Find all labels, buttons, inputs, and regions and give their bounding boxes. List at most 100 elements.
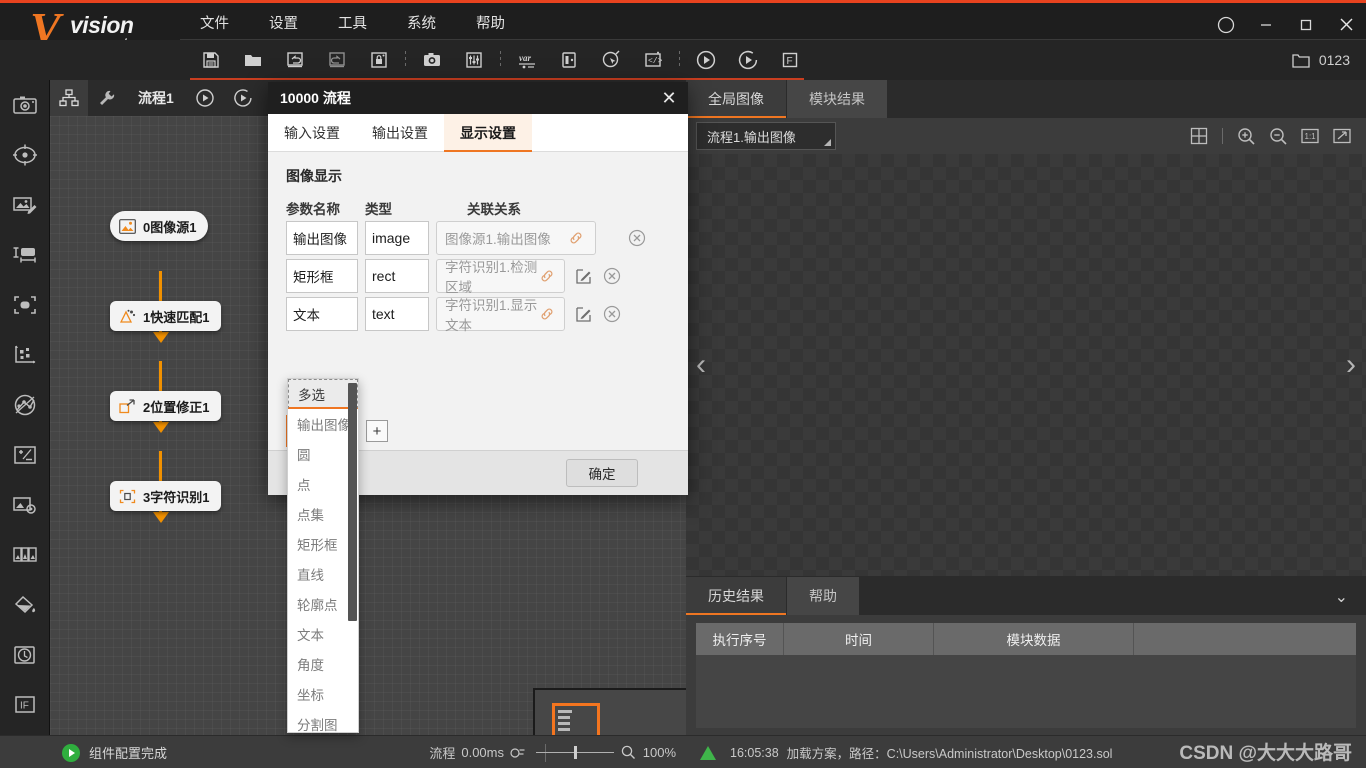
edit-param-button[interactable] [572, 265, 594, 287]
dropdown-option[interactable]: 坐标 [288, 679, 358, 709]
param-name-field[interactable]: 输出图像 [286, 221, 358, 255]
confirm-button[interactable]: 确定 [566, 459, 638, 487]
tab-module-result[interactable]: 模块结果 [787, 80, 888, 118]
link-icon[interactable] [539, 303, 556, 325]
param-name-field[interactable]: 矩形框 [286, 259, 358, 293]
param-type-field[interactable]: rect [365, 259, 429, 293]
tab-global-image[interactable]: 全局图像 [686, 80, 787, 118]
dialog-tab-output-settings[interactable]: 输出设置 [356, 114, 444, 151]
param-relation-field[interactable]: 字符识别1.检测区域 [436, 259, 565, 295]
zoom-in-icon[interactable] [1232, 122, 1260, 150]
target-cursor-icon[interactable] [590, 40, 632, 80]
flow-wrench-icon[interactable] [88, 80, 126, 116]
flow-node-position-correct[interactable]: 2位置修正1 [110, 391, 222, 421]
logic-loop-icon[interactable] [0, 630, 50, 680]
scatter-plot-icon[interactable] [0, 330, 50, 380]
param-name-field[interactable]: 文本 [286, 297, 358, 331]
dropdown-option[interactable]: 文本 [288, 619, 358, 649]
stopwatch-icon [510, 748, 525, 758]
open-folder-icon[interactable] [232, 40, 274, 80]
tab-help[interactable]: 帮助 [787, 577, 860, 615]
flow-run-loop-icon[interactable] [224, 80, 262, 116]
param-type-field[interactable]: text [365, 297, 429, 331]
project-indicator[interactable]: 0123 [1291, 40, 1350, 80]
dialog-close-button[interactable]: ✕ [656, 85, 682, 111]
panel-icon[interactable] [548, 40, 590, 80]
canvas-minimap[interactable]: ↘ [533, 688, 686, 735]
help-compass-icon[interactable] [1206, 6, 1246, 43]
measure-icon[interactable] [0, 230, 50, 280]
prev-image-arrow[interactable]: ‹ [696, 348, 706, 382]
remove-param-button[interactable] [601, 265, 623, 287]
image-source-selector[interactable]: 流程1.输出图像 [696, 122, 836, 150]
flow-node-fast-match[interactable]: 1快速匹配1 [110, 301, 222, 331]
run-icon[interactable] [685, 40, 727, 80]
undo-icon[interactable] [274, 40, 316, 80]
maximize-button[interactable] [1286, 6, 1326, 43]
color-fill-icon[interactable] [0, 580, 50, 630]
param-type-dropdown-list[interactable]: 多选 输出图像 圆 点 点集 矩形框 直线 轮廓点 文本 角度 坐标 分割图 [287, 378, 359, 733]
variable-icon[interactable]: var [506, 40, 548, 80]
remove-param-button[interactable] [601, 303, 623, 325]
flow-run-icon[interactable] [186, 80, 224, 116]
status-run-icon[interactable] [62, 743, 80, 762]
flow-tree-icon[interactable] [50, 80, 88, 116]
image-view-tabs: 全局图像 模块结果 [686, 80, 1366, 118]
collapse-chevron-icon[interactable]: ⌄ [1335, 587, 1348, 607]
history-table-body[interactable] [696, 655, 1356, 728]
camera-icon[interactable] [411, 40, 453, 80]
flow-tab-label[interactable]: 流程1 [126, 88, 186, 108]
lock-icon[interactable] [358, 40, 400, 80]
dropdown-scrollbar-thumb[interactable] [348, 383, 357, 621]
flow-node-image-source[interactable]: 0图像源1 [110, 211, 209, 241]
menu-item-tools[interactable]: 工具 [318, 6, 387, 43]
grid-icon[interactable] [1185, 122, 1213, 150]
run-loop-icon[interactable] [727, 40, 769, 80]
next-image-arrow[interactable]: › [1346, 348, 1356, 382]
zoom-control[interactable]: 100% [535, 745, 676, 760]
frame-f-icon[interactable]: F [769, 40, 811, 80]
menu-item-system[interactable]: 系统 [387, 6, 456, 43]
param-relation-field[interactable]: 图像源1.输出图像 [436, 221, 596, 255]
math-ops-icon[interactable] [0, 430, 50, 480]
flow-node-char-recognition[interactable]: 3字符识别1 [110, 481, 222, 511]
image-stitch-icon[interactable] [0, 530, 50, 580]
right-panel: 全局图像 模块结果 流程1.输出图像 1:1 ‹ › 历史结果 帮助 ⌄ 执行序… [686, 80, 1366, 735]
acquire-camera-icon[interactable] [0, 80, 50, 130]
menu-item-help[interactable]: 帮助 [456, 6, 525, 43]
locate-target-icon[interactable] [0, 130, 50, 180]
sliders-icon[interactable] [453, 40, 495, 80]
redo-icon[interactable] [316, 40, 358, 80]
code-icon[interactable]: </> [632, 40, 674, 80]
edit-param-button[interactable] [572, 303, 594, 325]
image-edit-icon[interactable] [0, 180, 50, 230]
dialog-tab-input-settings[interactable]: 输入设置 [268, 114, 356, 151]
dropdown-option[interactable]: 角度 [288, 649, 358, 679]
close-button[interactable] [1326, 6, 1366, 43]
zoom-out-icon[interactable] [1264, 122, 1292, 150]
link-icon[interactable] [565, 227, 587, 249]
param-type-field[interactable]: image [365, 221, 429, 255]
remove-param-button[interactable] [626, 227, 648, 249]
dialog-tab-display-settings[interactable]: 显示设置 [444, 114, 532, 152]
detect-region-icon[interactable] [0, 280, 50, 330]
save-icon[interactable] [190, 40, 232, 80]
actual-size-icon[interactable]: 1:1 [1296, 122, 1324, 150]
if-condition-icon[interactable]: IF [0, 680, 50, 730]
minimize-button[interactable] [1246, 6, 1286, 43]
minimap-viewport-box[interactable] [552, 703, 600, 735]
calibration-icon[interactable] [0, 380, 50, 430]
dropdown-option[interactable]: 分割图 [288, 709, 358, 732]
tab-history-result[interactable]: 历史结果 [686, 577, 787, 615]
menu-item-file[interactable]: 文件 [180, 6, 249, 43]
window-controls [1206, 6, 1366, 43]
image-process-icon[interactable] [0, 480, 50, 530]
link-icon[interactable] [539, 265, 556, 287]
param-relation-field[interactable]: 字符识别1.显示文本 [436, 297, 565, 333]
zoom-slider[interactable] [535, 746, 614, 759]
main-toolbar: var </> F 0123 [0, 40, 1366, 80]
image-viewport[interactable]: ‹ › [686, 154, 1366, 576]
menu-item-settings[interactable]: 设置 [249, 6, 318, 43]
fit-screen-icon[interactable] [1328, 122, 1356, 150]
add-param-button[interactable]: + [366, 420, 388, 442]
